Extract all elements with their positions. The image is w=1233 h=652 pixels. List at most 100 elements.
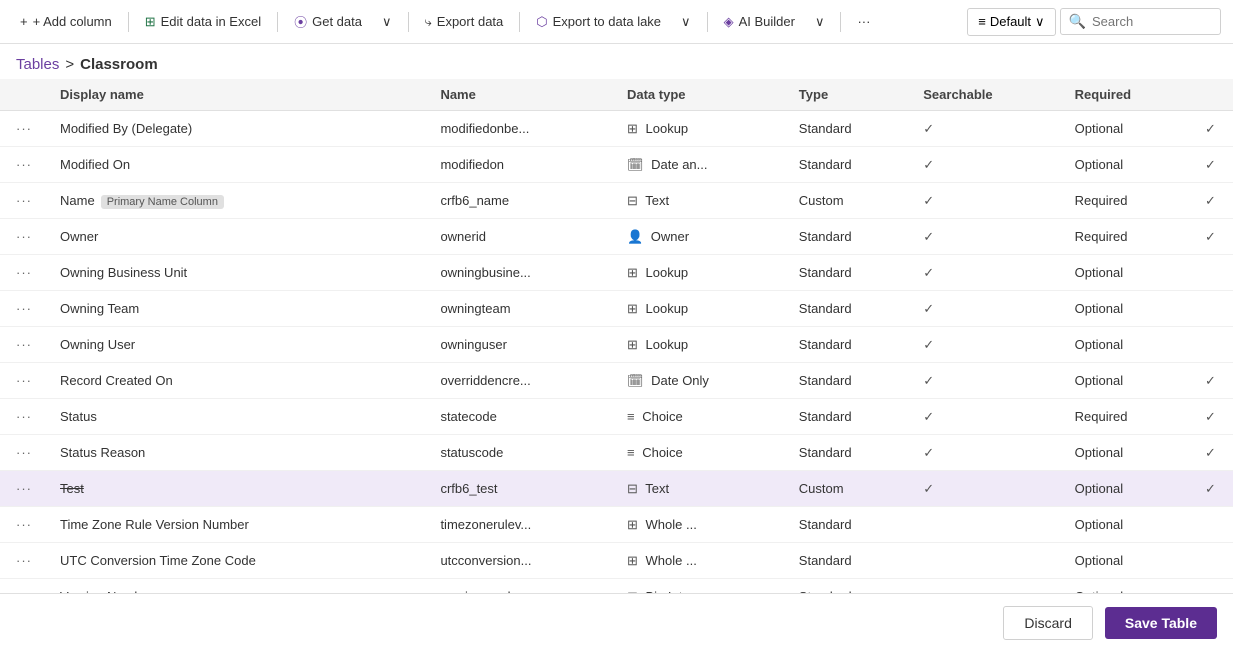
type-icon: ⊞ [627,265,638,280]
row-more-button[interactable]: ··· [12,155,36,174]
more-label: ··· [857,14,870,29]
dropdown-arrow-3[interactable]: ∨ [807,9,833,35]
row-type-cell: Standard [787,507,911,543]
col-type[interactable]: Type [787,79,911,111]
searchable-check: ✓ [923,481,934,496]
row-display-name-cell: Owning Business Unit [48,255,404,291]
row-type-cell: Standard [787,255,911,291]
row-dots-cell: ··· [0,327,48,363]
save-table-button[interactable]: Save Table [1105,607,1217,639]
row-more-button[interactable]: ··· [12,479,36,498]
col-required[interactable]: Required [1063,79,1193,111]
col-display-name[interactable]: Display name [48,79,404,111]
edit-excel-button[interactable]: ⊞ Edit data in Excel [137,9,269,35]
table-row[interactable]: ··· Test crfb6_test ⊟ Text Custom ✓ Opti… [0,471,1233,507]
table-row[interactable]: ··· Modified On modifiedon 🗓 Date an... … [0,147,1233,183]
search-input[interactable] [1092,14,1212,29]
table-row[interactable]: ··· Status statecode ≡ Choice Standard ✓… [0,399,1233,435]
row-type-cell: Standard [787,111,911,147]
row-dots-cell: ··· [0,471,48,507]
row-name-text: Test [60,481,84,496]
row-logical-name-cell: owningteam [428,291,615,327]
row-searchable-cell: ✓ [911,471,1062,507]
row-required-cell: Required [1063,183,1193,219]
row-check2-cell: ✓ [1193,471,1233,507]
breadcrumb-tables-link[interactable]: Tables [16,56,59,73]
row-required-cell: Required [1063,399,1193,435]
row-type-cell: Custom [787,183,911,219]
col-spacer [404,79,428,111]
row-required-cell: Optional [1063,111,1193,147]
required-check: ✓ [1205,373,1216,388]
table-header: Display name Name Data type Type Searcha… [0,79,1233,111]
row-more-button[interactable]: ··· [12,227,36,246]
row-more-button[interactable]: ··· [12,407,36,426]
row-spacer-cell [404,507,428,543]
row-dots-cell: ··· [0,147,48,183]
row-more-button[interactable]: ··· [12,371,36,390]
table-row[interactable]: ··· Record Created On overriddencre... 🗓… [0,363,1233,399]
more-button[interactable]: ··· [849,9,878,34]
table-row[interactable]: ··· Owning Business Unit owningbusine...… [0,255,1233,291]
get-data-button[interactable]: ⦿ Get data [286,7,370,36]
table-row[interactable]: ··· Owner ownerid 👤 Owner Standard ✓ Req… [0,219,1233,255]
ai-builder-button[interactable]: ◈ AI Builder [716,9,803,35]
dropdown-arrow-2[interactable]: ∨ [673,9,699,35]
chevron-down-icon-3: ∨ [815,14,825,30]
row-data-type-text: Whole ... [646,517,697,532]
row-type-cell: Custom [787,471,911,507]
table-row[interactable]: ··· UTC Conversion Time Zone Code utccon… [0,543,1233,579]
discard-button[interactable]: Discard [1003,606,1092,640]
type-icon: ⊟ [627,193,638,208]
table-row[interactable]: ··· NamePrimary Name Column crfb6_name ⊟… [0,183,1233,219]
row-type-cell: Standard [787,291,911,327]
table-row[interactable]: ··· Time Zone Rule Version Number timezo… [0,507,1233,543]
table-row[interactable]: ··· Owning User owninguser ⊞ Lookup Stan… [0,327,1233,363]
row-more-button[interactable]: ··· [12,515,36,534]
row-more-button[interactable]: ··· [12,191,36,210]
add-column-label: + Add column [33,14,112,29]
type-icon: ⊞ [627,301,638,316]
row-data-type-cell: 👤 Owner [615,219,787,255]
col-searchable[interactable]: Searchable [911,79,1062,111]
row-more-button[interactable]: ··· [12,299,36,318]
row-display-name-cell: NamePrimary Name Column [48,183,404,219]
row-dots-cell: ··· [0,507,48,543]
row-more-button[interactable]: ··· [12,443,36,462]
search-box: 🔍 [1060,8,1221,35]
table-row[interactable]: ··· Modified By (Delegate) modifiedonbe.… [0,111,1233,147]
row-more-button[interactable]: ··· [12,335,36,354]
table-row[interactable]: ··· Owning Team owningteam ⊞ Lookup Stan… [0,291,1233,327]
row-more-button[interactable]: ··· [12,119,36,138]
export-data-button[interactable]: ⤷ Export data [417,9,512,35]
row-logical-name-cell: crfb6_name [428,183,615,219]
row-dots-cell: ··· [0,543,48,579]
row-data-type-cell: 🗓 Date an... [615,147,787,183]
table-row[interactable]: ··· Status Reason statuscode ≡ Choice St… [0,435,1233,471]
required-check: ✓ [1205,409,1216,424]
row-display-name-cell: Status Reason [48,435,404,471]
row-spacer-cell [404,147,428,183]
searchable-check: ✓ [923,193,934,208]
layout-icon: ≡ [978,14,986,29]
dropdown-arrow-1[interactable]: ∨ [374,9,400,35]
default-button[interactable]: ≡ Default ∨ [967,8,1055,36]
row-data-type-cell: 🗓 Date Only [615,363,787,399]
col-logical-name[interactable]: Name [428,79,615,111]
get-data-label: Get data [312,14,362,29]
row-more-button[interactable]: ··· [12,263,36,282]
chevron-down-icon-2: ∨ [681,14,691,30]
add-column-button[interactable]: + + Add column [12,9,120,34]
row-searchable-cell: ✓ [911,399,1062,435]
row-spacer-cell [404,435,428,471]
row-dots-cell: ··· [0,363,48,399]
row-type-cell: Standard [787,219,911,255]
export-lake-button[interactable]: ⬡ Export to data lake [528,9,669,35]
row-required-cell: Optional [1063,291,1193,327]
type-icon: ⊞ [627,517,638,532]
ai-icon: ◈ [724,14,734,30]
row-data-type-cell: ≡ Choice [615,435,787,471]
row-more-button[interactable]: ··· [12,551,36,570]
export-icon: ⤷ [425,14,432,30]
col-data-type[interactable]: Data type [615,79,787,111]
